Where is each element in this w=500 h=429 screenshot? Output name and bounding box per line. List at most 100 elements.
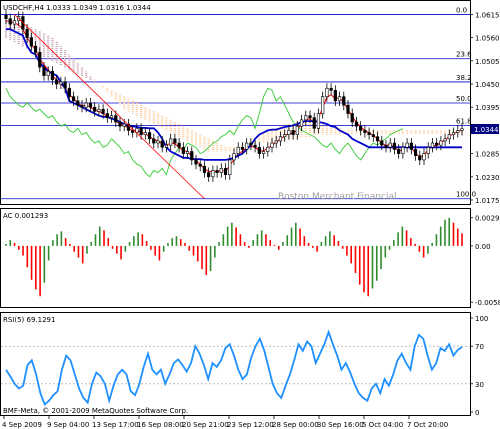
x-tick-label: 30 Sep 16:00: [317, 421, 364, 429]
candle-body: [325, 87, 329, 97]
candle-body: [430, 142, 435, 148]
rsi-pane-title: RSI(5) 69.1291: [3, 316, 55, 324]
candle-body: [185, 151, 190, 154]
y-tick-label: 1.0615: [475, 11, 500, 19]
candle-body: [261, 151, 266, 154]
ac-y-tick-label: 0.00: [475, 243, 491, 251]
candle-body: [160, 140, 164, 148]
rsi-y-tick-label: 100: [475, 315, 488, 323]
candle-body: [114, 115, 118, 123]
candle-body: [359, 125, 363, 131]
candle-body: [460, 128, 464, 131]
y-tick-label: 1.0285: [475, 151, 500, 159]
candle-body: [422, 153, 426, 161]
x-tick-label: 5 Oct 04:00: [362, 421, 403, 429]
candle-body: [249, 142, 253, 146]
candle-body: [219, 168, 223, 173]
candle-body: [443, 138, 447, 142]
fib-level-label: 61.8: [456, 117, 472, 125]
candle-body: [435, 142, 439, 146]
candle-body: [33, 45, 38, 53]
candle-body: [232, 153, 236, 161]
candle-body: [447, 134, 451, 140]
candle-body: [439, 140, 443, 146]
candle-body: [109, 115, 114, 119]
candle-body: [25, 28, 29, 38]
rsi-y-tick-label: 0: [475, 409, 479, 417]
candle-body: [12, 20, 17, 25]
candle-body: [207, 172, 211, 178]
y-tick-label: 1.0175: [475, 197, 500, 205]
candle-body: [316, 113, 321, 129]
candle-body: [384, 144, 388, 148]
candle-body: [50, 71, 55, 81]
candle-body: [371, 134, 375, 138]
candle-body: [194, 159, 198, 165]
ac-y-axis: 0.002909 0.00 -0.005808: [470, 215, 500, 307]
candle-body: [380, 140, 384, 146]
candle-body: [55, 79, 59, 85]
candle-body: [67, 87, 71, 97]
candle-body: [76, 100, 80, 106]
candle-body: [367, 132, 371, 135]
current-price-label: 1.0344: [474, 126, 499, 134]
ac-pane-title: AC 0.001293: [3, 212, 48, 220]
rsi-y-axis: 100 70 30 0: [470, 315, 488, 417]
candle-body: [329, 87, 333, 91]
candle-body: [291, 130, 295, 135]
fib-level-label: 100.0: [456, 191, 476, 199]
candle-body: [84, 102, 88, 108]
x-tick-label: 23 Sep 12:00: [227, 421, 274, 429]
candle-body: [257, 146, 261, 154]
x-tick-label: 28 Sep 00:00: [272, 421, 319, 429]
candle-body: [169, 138, 173, 146]
candle-body: [63, 81, 67, 89]
candle-body: [397, 149, 401, 154]
main-y-axis: 1.06151.05601.05051.04501.03951.03401.02…: [470, 11, 500, 205]
x-tick-label: 20 Sep 21:00: [182, 421, 229, 429]
candle-body: [426, 146, 430, 154]
y-tick-label: 1.0395: [475, 104, 500, 112]
chart-root: 0.0 23.6 38.2 50.0 61.8 100.0 USDCHF,H4 1.033…: [0, 0, 500, 429]
chart-svg: 0.0 23.6 38.2 50.0 61.8 100.0 USDCHF,H4 1.033…: [0, 0, 500, 429]
candle-body: [8, 18, 12, 25]
candle-body: [198, 163, 202, 167]
candle-body: [156, 140, 160, 144]
candle-body: [337, 96, 342, 102]
y-tick-label: 1.0450: [475, 81, 500, 89]
candle-body: [223, 168, 228, 175]
candle-body: [418, 155, 422, 161]
y-tick-label: 1.0230: [475, 174, 500, 182]
candle-body: [131, 130, 135, 133]
candle-body: [105, 113, 109, 119]
candle-body: [287, 130, 291, 135]
candle-body: [245, 142, 249, 150]
y-tick-label: 1.0505: [475, 58, 500, 66]
candle-body: [93, 106, 97, 112]
candle-body: [143, 132, 147, 135]
candle-body: [190, 151, 194, 161]
candle-body: [401, 146, 405, 154]
candle-body: [392, 142, 397, 150]
candle-body: [202, 165, 207, 173]
candle-body: [46, 71, 50, 76]
candle-body: [4, 14, 8, 19]
fib-level-label: 38.2: [456, 74, 472, 82]
candle-body: [38, 52, 42, 68]
x-axis: 4 Sep 2009 9 Sep 04:00 13 Sep 17:0016 Sep …: [2, 415, 448, 429]
ac-y-tick-label: -0.005808: [475, 299, 500, 307]
candle-body: [177, 142, 181, 148]
candle-body: [451, 132, 456, 135]
candle-body: [71, 96, 76, 102]
fib-level-label: 0.0: [456, 6, 467, 14]
y-tick-label: 1.0560: [475, 35, 500, 43]
candle-body: [211, 170, 215, 178]
candle-body: [228, 159, 232, 175]
fib-level-label: 50.0: [456, 95, 472, 103]
candle-body: [152, 138, 156, 144]
candle-body: [80, 104, 84, 108]
candle-body: [375, 136, 380, 142]
copyright-text: BMF-Meta, © 2001-2009 MetaQuotes Softwar…: [3, 407, 188, 415]
candle-body: [29, 37, 33, 47]
candle-body: [346, 104, 350, 114]
